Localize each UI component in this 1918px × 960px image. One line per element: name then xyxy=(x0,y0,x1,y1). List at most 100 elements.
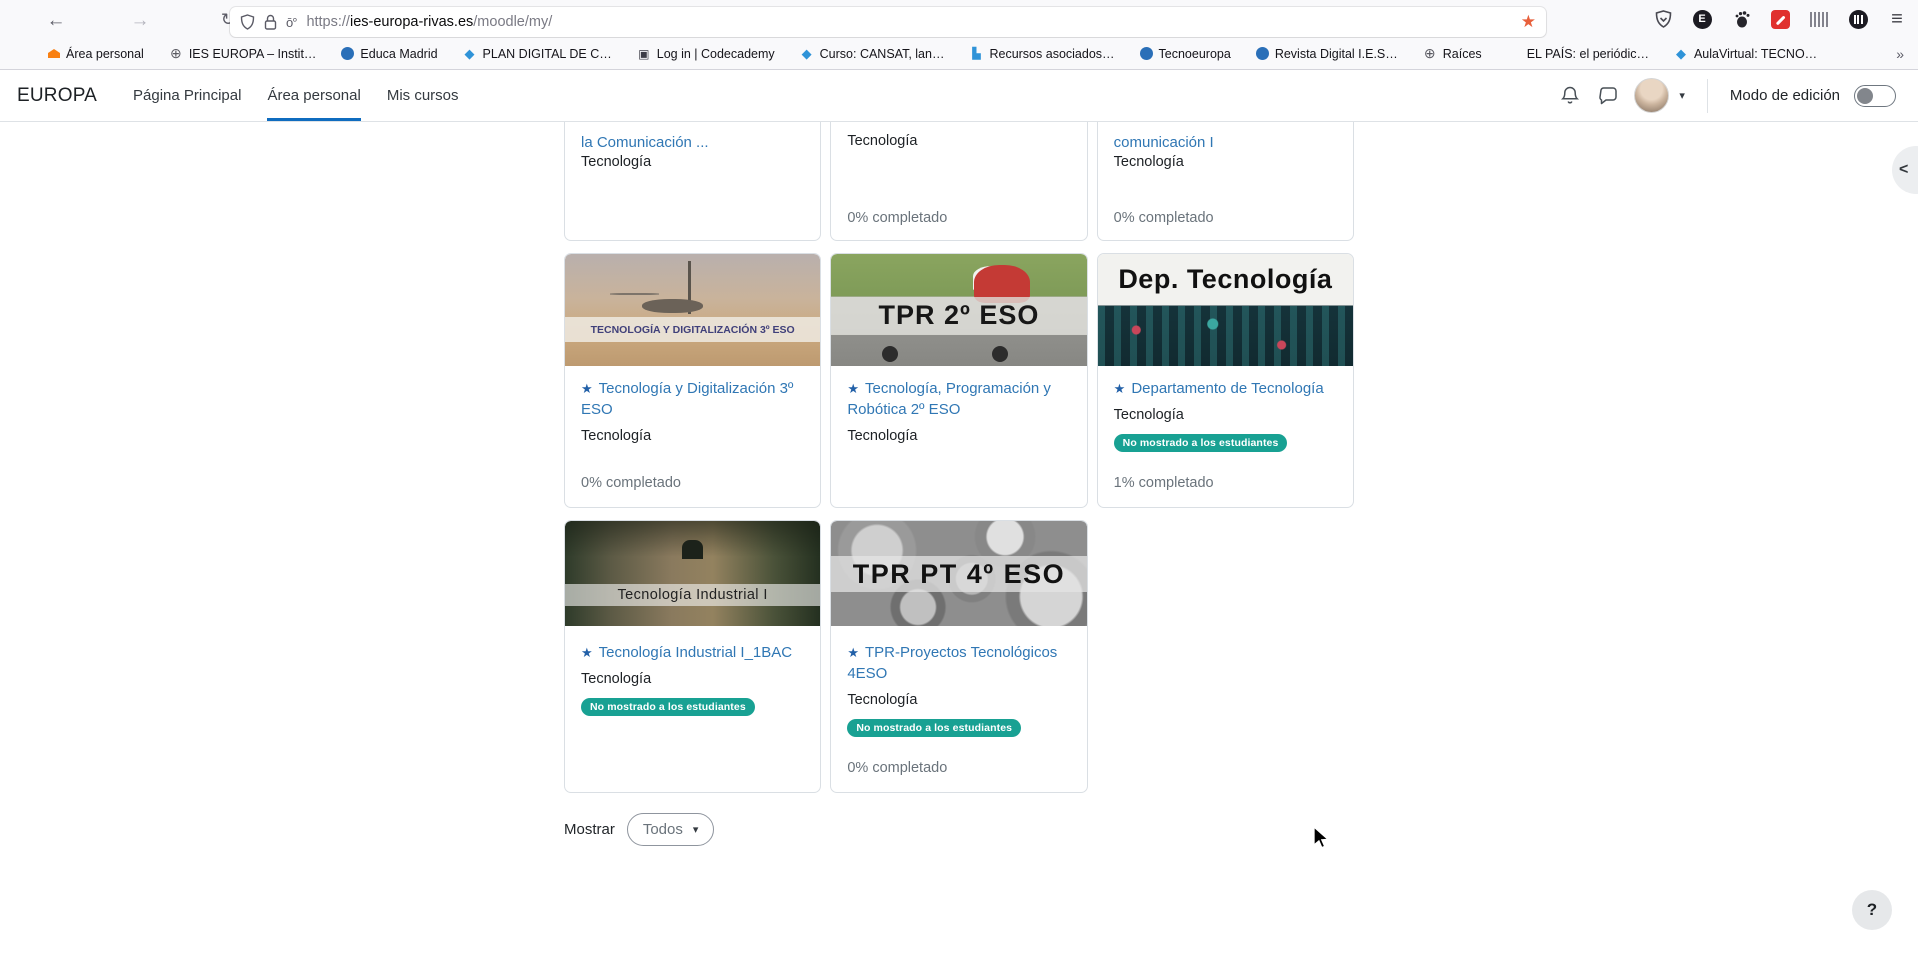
course-link[interactable]: TPR-Proyectos Tecnológicos 4ESO xyxy=(847,644,1057,682)
course-image: TPR PT 4º ESO xyxy=(831,521,1087,626)
help-button[interactable]: ? xyxy=(1852,890,1892,930)
forward-icon[interactable]: → xyxy=(126,10,154,32)
favourite-star-icon: ★ xyxy=(847,645,859,660)
course-card-partial[interactable]: la Comunicación ... Tecnología xyxy=(564,122,822,241)
bookmark-item[interactable]: IES EUROPA – Instit… xyxy=(169,47,317,61)
messages-chat-icon[interactable] xyxy=(1596,84,1620,108)
back-icon[interactable]: ← xyxy=(42,10,70,32)
bookmark-favicon xyxy=(1674,47,1688,61)
shield-icon[interactable] xyxy=(240,14,255,30)
completion-text: 1% completado xyxy=(1113,475,1214,491)
course-image: Tecnología Industrial I xyxy=(565,521,821,626)
bookmark-favicon xyxy=(48,49,60,58)
bookmark-item[interactable]: Recursos asociados… xyxy=(969,47,1114,61)
course-card[interactable]: Dep. Tecnología ★ Departamento de Tecnolo… xyxy=(1096,253,1354,508)
select-chevron-icon: ▾ xyxy=(692,824,699,836)
bookmark-favicon xyxy=(169,47,183,61)
bookmark-item[interactable]: Tecnoeuropa xyxy=(1139,47,1231,61)
edit-mode-toggle[interactable] xyxy=(1854,84,1896,107)
course-image-caption: TECNOLOGÍA Y DIGITALIZACIÓN 3º ESO xyxy=(565,316,821,343)
bookmark-favicon xyxy=(1255,47,1269,60)
course-category: Tecnología xyxy=(847,692,918,708)
hidden-from-students-badge: No mostrado a los estudiantes xyxy=(847,719,1022,737)
bookmark-item[interactable]: EL PAÍS: el periódic… xyxy=(1507,47,1649,61)
course-link[interactable]: Tecnología, Programación y Robótica 2º E… xyxy=(847,380,1051,418)
bookmark-item[interactable]: Educa Madrid xyxy=(341,47,438,61)
notifications-bell-icon[interactable] xyxy=(1558,84,1582,108)
completion-text: 0% completado xyxy=(847,760,948,776)
bookmark-item[interactable]: Curso: CANSAT, lan… xyxy=(800,47,945,61)
wayback-icon[interactable] xyxy=(1847,8,1869,30)
user-avatar[interactable] xyxy=(1634,78,1670,113)
course-link[interactable]: la Comunicación ... xyxy=(581,134,709,151)
course-link[interactable]: Tecnología y Digitalización 3º ESO xyxy=(581,380,793,418)
browser-window: ← → ↻ ō° https://ies-europa-rivas.es/moo… xyxy=(0,0,1918,960)
show-filter-label: Mostrar xyxy=(564,821,615,838)
nav-pagina-principal[interactable]: Página Principal xyxy=(133,70,241,121)
favourite-star-icon: ★ xyxy=(581,381,593,396)
permissions-icon[interactable]: ō° xyxy=(286,15,297,30)
course-link[interactable]: Tecnología Industrial I_1BAC xyxy=(599,644,792,661)
bookmark-item[interactable]: AulaVirtual: TECNO… xyxy=(1674,47,1817,61)
ext-shield-icon[interactable] xyxy=(1652,8,1674,30)
bookmarks-bar: Área personal IES EUROPA – Instit… Educa… xyxy=(0,38,1918,70)
course-image-caption: TPR 2º ESO xyxy=(831,296,1087,335)
bookmark-item[interactable]: Raíces xyxy=(1423,47,1482,61)
bookmark-item[interactable]: Área personal xyxy=(48,47,144,61)
bookmark-favicon xyxy=(463,47,477,61)
course-category: Tecnología xyxy=(581,428,652,444)
bookmark-favicon xyxy=(969,47,983,61)
favourite-star-icon: ★ xyxy=(847,381,859,396)
bookmark-favicon xyxy=(341,47,355,60)
bookmark-favicon xyxy=(1423,47,1437,61)
bookmark-favicon xyxy=(1139,47,1153,60)
course-card[interactable]: TPR 2º ESO ★ Tecnología, Programación y R… xyxy=(830,253,1088,508)
edit-mode-label: Modo de edición xyxy=(1729,87,1840,104)
site-logo[interactable]: EUROPA xyxy=(17,85,97,107)
course-card[interactable]: Tecnología Industrial I ★ Tecnología Indu… xyxy=(564,520,822,793)
completion-text: 0% completado xyxy=(1113,210,1214,226)
course-category: Tecnología xyxy=(847,428,918,444)
url-bar[interactable]: ō° https://ies-europa-rivas.es/moodle/my… xyxy=(230,7,1546,37)
course-image: TPR 2º ESO xyxy=(831,254,1087,366)
course-category: Tecnología xyxy=(581,671,652,687)
user-menu-chevron-icon[interactable]: ▾ xyxy=(1679,89,1685,102)
course-image-caption: Tecnología Industrial I xyxy=(565,584,821,607)
gnome-foot-icon[interactable] xyxy=(1730,8,1752,30)
drawer-chevron-icon: < xyxy=(1899,161,1909,178)
course-card[interactable]: TECNOLOGÍA Y DIGITALIZACIÓN 3º ESO ★ Tecn… xyxy=(564,253,822,508)
course-image-caption: Dep. Tecnología xyxy=(1118,264,1333,295)
course-category: Tecnología xyxy=(581,154,652,170)
show-filter-select[interactable]: Todos ▾ xyxy=(626,813,715,846)
favourite-star-icon: ★ xyxy=(581,645,593,660)
course-card-partial[interactable]: comunicación I Tecnología 0% completado xyxy=(1096,122,1354,241)
bookmarks-overflow-icon[interactable]: » xyxy=(1896,46,1904,62)
magic-wand-icon[interactable] xyxy=(1769,8,1791,30)
course-image: TECNOLOGÍA Y DIGITALIZACIÓN 3º ESO xyxy=(565,254,821,366)
url-text: https://ies-europa-rivas.es/moodle/my/ xyxy=(306,14,553,30)
course-category: Tecnología xyxy=(847,133,918,149)
site-navbar: EUROPA Página Principal Área personal Mi… xyxy=(0,70,1918,122)
bookmark-item[interactable]: Revista Digital I.E.S… xyxy=(1255,47,1398,61)
course-card[interactable]: TPR PT 4º ESO ★ TPR-Proyectos Tecnológico… xyxy=(830,520,1088,793)
nav-mis-cursos[interactable]: Mis cursos xyxy=(387,70,459,121)
course-link[interactable]: Departamento de Tecnología xyxy=(1131,380,1323,397)
course-card-partial[interactable]: Tecnología 0% completado xyxy=(830,122,1088,241)
divider xyxy=(1706,78,1708,113)
bookmark-star-icon[interactable]: ★ xyxy=(1521,12,1536,32)
ext-e-badge-icon[interactable]: E xyxy=(1691,8,1713,30)
bookmark-favicon xyxy=(1507,47,1521,61)
bookmark-item[interactable]: Log in | Codecademy xyxy=(637,47,775,61)
completion-text: 0% completado xyxy=(581,475,681,491)
menu-icon[interactable]: ≡ xyxy=(1886,8,1908,30)
course-image: Dep. Tecnología xyxy=(1097,254,1353,366)
nav-area-personal[interactable]: Área personal xyxy=(267,70,361,121)
bookmark-item[interactable]: PLAN DIGITAL DE C… xyxy=(463,47,612,61)
course-category: Tecnología xyxy=(1113,154,1184,170)
lock-icon[interactable] xyxy=(264,14,277,30)
course-grid: la Comunicación ... Tecnología Tecnologí… xyxy=(564,122,1354,793)
course-link[interactable]: comunicación I xyxy=(1114,134,1214,151)
favourite-star-icon: ★ xyxy=(1113,381,1126,396)
completion-text: 0% completado xyxy=(847,210,948,226)
barcode-icon[interactable] xyxy=(1808,8,1830,30)
